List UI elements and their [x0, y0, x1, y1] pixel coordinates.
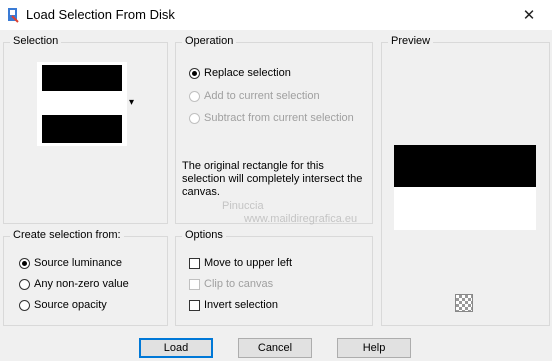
- close-icon: ✕: [522, 7, 536, 24]
- radio-dot: [19, 257, 30, 269]
- checkbox-label: Move to upper left: [204, 257, 293, 269]
- preview-image: [394, 145, 536, 230]
- thumbnail-bottom-bar: [42, 115, 122, 143]
- radio-label: Source luminance: [34, 257, 123, 269]
- options-group-title: Options: [182, 229, 226, 241]
- radio-label: Subtract from current selection: [204, 112, 354, 124]
- operation-message: The original rectangle for this selectio…: [182, 160, 363, 198]
- checkbox-box: [189, 299, 200, 311]
- load-button[interactable]: Load: [139, 338, 213, 358]
- selection-group-title: Selection: [10, 35, 62, 47]
- radio-add-to-selection[interactable]: Add to current selection: [189, 90, 320, 102]
- thumbnail-top-bar: [42, 65, 122, 91]
- preview-group: Preview: [381, 35, 550, 326]
- radio-label: Source opacity: [34, 299, 107, 311]
- checkbox-box: [189, 257, 200, 269]
- options-group: Options Move to upper left Clip to canva…: [175, 229, 373, 326]
- checkbox-box: [189, 278, 200, 290]
- preview-black-band: [394, 145, 536, 187]
- checkbox-label: Clip to canvas: [204, 278, 274, 290]
- cancel-button[interactable]: Cancel: [238, 338, 312, 358]
- radio-dot: [19, 299, 30, 311]
- checkered-zoom-icon[interactable]: [455, 294, 473, 312]
- radio-dot: [189, 112, 200, 124]
- close-button[interactable]: ✕: [506, 0, 552, 30]
- radio-source-luminance[interactable]: Source luminance: [19, 257, 122, 269]
- radio-dot: [189, 67, 200, 79]
- checkbox-invert-selection[interactable]: Invert selection: [189, 299, 278, 311]
- radio-source-opacity[interactable]: Source opacity: [19, 299, 107, 311]
- dropdown-arrow-icon[interactable]: ▾: [129, 97, 134, 108]
- radio-dot: [19, 278, 30, 290]
- title-bar: Load Selection From Disk ✕: [0, 0, 552, 30]
- watermark-line-2: www.maildiregrafica.eu: [244, 213, 358, 225]
- window-title: Load Selection From Disk: [26, 7, 175, 22]
- help-button[interactable]: Help: [337, 338, 411, 358]
- operation-group-title: Operation: [182, 35, 237, 47]
- radio-any-non-zero[interactable]: Any non-zero value: [19, 278, 129, 290]
- radio-dot: [189, 90, 200, 102]
- checkbox-move-to-upper-left[interactable]: Move to upper left: [189, 257, 292, 269]
- radio-label: Add to current selection: [204, 90, 320, 102]
- radio-subtract-from-selection[interactable]: Subtract from current selection: [189, 112, 354, 124]
- app-icon: [8, 8, 19, 23]
- radio-label: Replace selection: [204, 67, 291, 79]
- watermark: Pinuccia www.maildiregrafica.eu: [214, 200, 357, 226]
- checkbox-clip-to-canvas[interactable]: Clip to canvas: [189, 278, 273, 290]
- radio-replace-selection[interactable]: Replace selection: [189, 67, 291, 79]
- selection-thumbnail[interactable]: [37, 62, 127, 146]
- selection-group: Selection ▾: [3, 35, 168, 224]
- create-selection-group: Create selection from: Source luminance …: [3, 229, 168, 326]
- create-group-title: Create selection from:: [10, 229, 124, 241]
- preview-group-title: Preview: [388, 35, 434, 47]
- checkbox-label: Invert selection: [204, 299, 278, 311]
- radio-label: Any non-zero value: [34, 278, 129, 290]
- operation-group: Operation Replace selection Add to curre…: [175, 35, 373, 224]
- watermark-line-1: Pinuccia: [222, 200, 264, 212]
